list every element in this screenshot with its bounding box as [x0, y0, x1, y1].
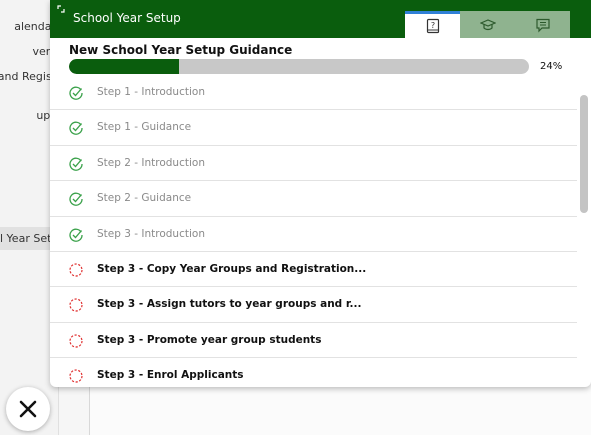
step-label: Step 1 - Introduction: [97, 86, 205, 98]
step-item[interactable]: Step 3 - Copy Year Groups and Registrati…: [50, 252, 577, 288]
incomplete-circle-icon: [69, 369, 83, 383]
step-label: Step 3 - Copy Year Groups and Registrati…: [97, 262, 367, 275]
step-label: Step 2 - Introduction: [97, 156, 205, 169]
close-icon: [19, 400, 37, 418]
step-label: Step 3 - Assign tutors to year groups an…: [97, 298, 362, 311]
incomplete-circle-icon: [69, 298, 83, 312]
step-item[interactable]: Step 3 - Assign tutors to year groups an…: [50, 287, 577, 323]
check-circle-icon: [69, 228, 83, 242]
panel-header: School Year Setup ?: [50, 0, 591, 38]
check-circle-icon: [69, 157, 83, 171]
step-item[interactable]: Step 2 - Introduction: [50, 146, 577, 182]
guidance-panel: School Year Setup ? New School Year Setu…: [50, 0, 591, 387]
step-label: Step 3 - Promote year group students: [97, 333, 322, 346]
step-label: Step 1 - Guidance: [97, 121, 192, 134]
steps-list: Step 1 - Introduction Step 1 - Guidance St…: [50, 75, 577, 387]
tab-help[interactable]: ?: [405, 11, 460, 38]
check-circle-icon: [69, 121, 83, 136]
incomplete-circle-icon: [69, 263, 83, 277]
progress-fill: [69, 59, 180, 74]
incomplete-circle-icon: [69, 334, 83, 348]
panel-tabs: ?: [405, 11, 570, 38]
check-circle-icon: [69, 86, 83, 100]
chat-icon: [535, 18, 550, 32]
step-item[interactable]: Step 2 - Guidance: [50, 181, 577, 217]
scrollbar[interactable]: [580, 95, 588, 213]
progress-percent: 24%: [540, 61, 563, 72]
check-circle-icon: [69, 192, 83, 207]
svg-text:?: ?: [430, 21, 434, 30]
resize-icon[interactable]: [57, 5, 65, 13]
progress-bar: [69, 59, 529, 74]
step-label: Step 3 - Enrol Applicants: [97, 369, 244, 382]
step-item[interactable]: Step 3 - Introduction: [50, 217, 577, 252]
close-button[interactable]: [6, 387, 50, 431]
step-label: Step 3 - Introduction: [97, 227, 205, 240]
step-item[interactable]: Step 1 - Introduction: [50, 75, 577, 111]
step-item[interactable]: Step 1 - Guidance: [50, 110, 577, 146]
tab-feedback[interactable]: [515, 11, 570, 38]
guidance-title: New School Year Setup Guidance: [69, 43, 293, 57]
panel-content: New School Year Setup Guidance 24% Step …: [50, 38, 591, 387]
graduation-cap-icon: [479, 18, 496, 30]
background-main-area: [89, 380, 591, 435]
step-item[interactable]: Step 3 - Promote year group students: [50, 323, 577, 359]
help-book-icon: ?: [426, 18, 439, 34]
step-item[interactable]: Step 3 - Enrol Applicants: [50, 358, 577, 387]
tab-training[interactable]: [460, 11, 515, 38]
sidebar-item[interactable]: and Regist: [0, 70, 56, 83]
panel-title: School Year Setup: [73, 11, 181, 25]
step-label: Step 2 - Guidance: [97, 192, 192, 205]
